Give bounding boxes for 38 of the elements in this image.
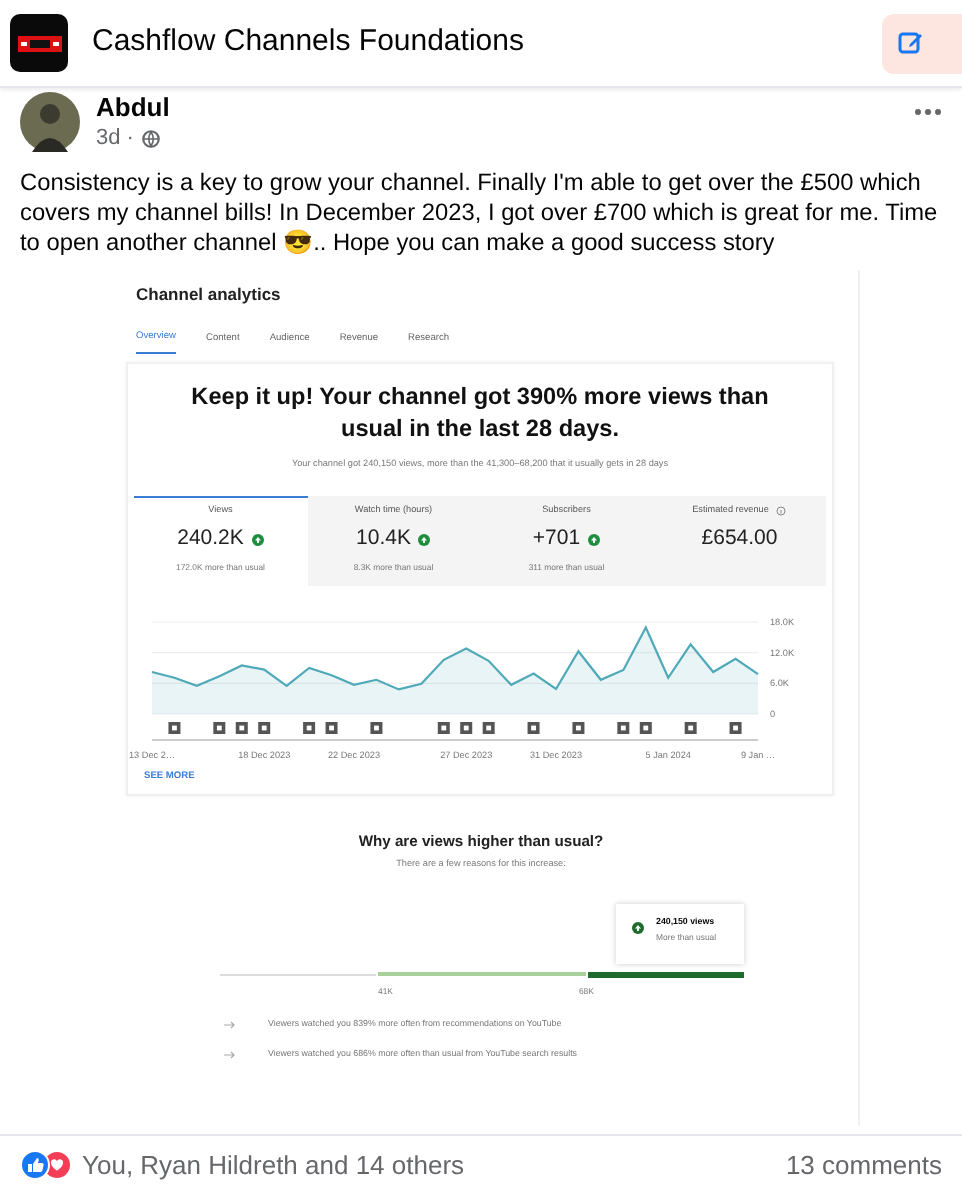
video-marker-icon[interactable] [572, 722, 585, 735]
reaction-summary[interactable]: You, Ryan Hildreth and 14 others [82, 1145, 465, 1184]
arrow-icon [224, 1019, 236, 1030]
group-logo-icon [10, 14, 68, 72]
video-marker-icon[interactable] [460, 722, 473, 735]
video-marker-icon[interactable] [235, 722, 248, 735]
metric-value: 240.2K [177, 524, 244, 555]
group-name: Cashflow Channels Foundations [92, 22, 524, 63]
video-marker-icon[interactable] [684, 722, 697, 735]
post-time[interactable]: 3d · [96, 122, 134, 155]
edit-button[interactable] [882, 13, 962, 73]
comments-count[interactable]: 13 comments [785, 1145, 942, 1184]
avatar[interactable] [20, 92, 80, 152]
video-marker-icon[interactable] [527, 722, 540, 735]
metric-value: +701 [532, 524, 581, 555]
author-name[interactable]: Abdul [96, 92, 898, 122]
trend-up-icon [632, 921, 644, 934]
video-marker-icon[interactable] [370, 722, 383, 735]
metric-value: £654.00 [701, 524, 778, 555]
video-marker-icon[interactable] [303, 722, 316, 735]
analytics-title: Channel analytics [134, 281, 283, 307]
edit-icon [898, 30, 924, 56]
arrow-icon [224, 1049, 236, 1059]
post-text: Consistency is a key to grow your channel. Finally I'm able to get over the £500 which covers my channel bills! In December 2023, I got over £700 which is great for me. Time to open another channel 😎.. Hope you can make a good success story [18, 167, 940, 257]
video-marker-icon[interactable] [482, 722, 495, 735]
video-marker-icon[interactable] [639, 722, 652, 735]
globe-icon [141, 129, 160, 148]
video-marker-icon[interactable] [437, 722, 450, 735]
reaction-icons [20, 1149, 74, 1180]
video-marker-icon[interactable] [617, 722, 630, 735]
more-icon[interactable] [914, 108, 942, 116]
video-marker-icon[interactable] [729, 722, 742, 735]
video-marker-icon[interactable] [168, 722, 181, 735]
headline: Keep it up! Your channel got 390% more views than usual in the last 28 days. [190, 380, 770, 445]
video-marker-icon[interactable] [325, 722, 338, 735]
video-marker-icon[interactable] [213, 722, 226, 735]
video-marker-icon[interactable] [258, 722, 271, 735]
metric-value: 10.4K [356, 524, 411, 555]
